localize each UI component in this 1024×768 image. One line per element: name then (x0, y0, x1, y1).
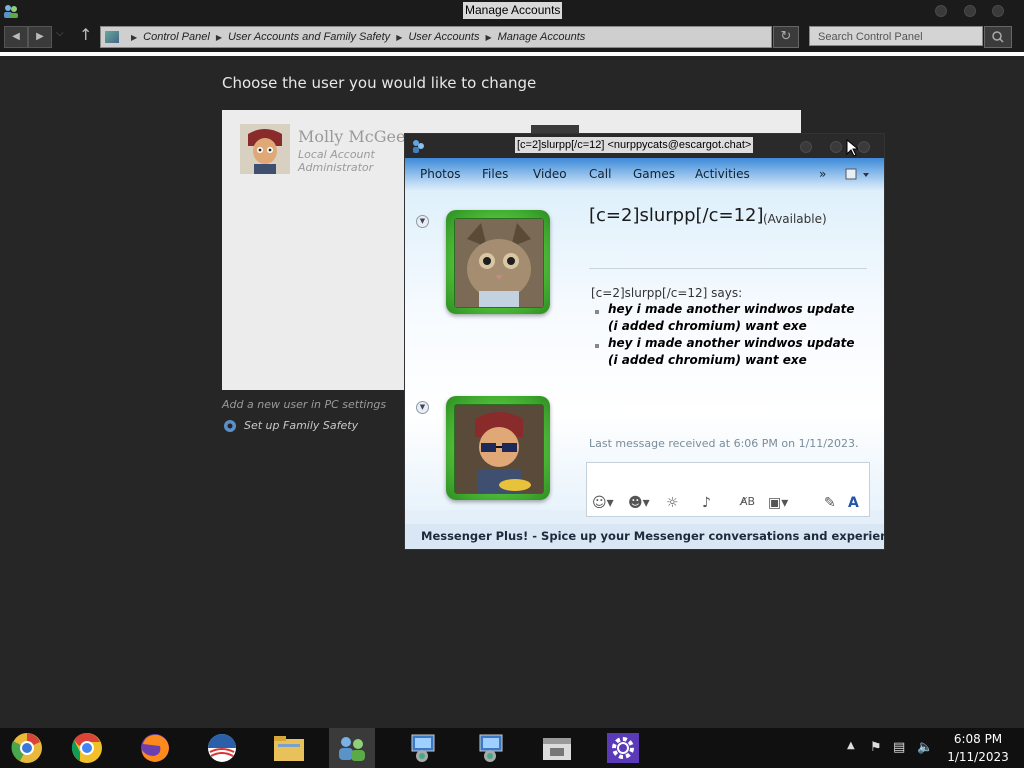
account-role: Administrator (298, 161, 374, 174)
background-icon[interactable]: ▣▾ (768, 495, 788, 511)
user-accounts-taskbar-icon[interactable] (335, 732, 369, 764)
settings-gear-icon[interactable] (606, 732, 640, 764)
chrome-icon[interactable] (70, 732, 104, 764)
cat-picture (454, 218, 544, 308)
chevron-right-icon: ▶ (485, 33, 492, 42)
up-arrow-icon[interactable]: ↑ (79, 25, 92, 44)
molly-avatar-icon (240, 124, 290, 174)
mouse-cursor-icon (846, 139, 858, 157)
crumb-control-panel[interactable]: Control Panel (143, 27, 210, 47)
own-display-picture[interactable] (446, 396, 550, 500)
show-hidden-icons-icon[interactable]: ▲ (847, 740, 855, 751)
emoticon-icon[interactable]: ☺▾ (592, 495, 614, 511)
cat-photo-icon (455, 219, 543, 307)
gear-icon (224, 420, 236, 432)
message-bullet (595, 310, 599, 314)
nudge-icon[interactable]: ☼ (666, 495, 679, 511)
page-title: Choose the user you would like to change (222, 74, 537, 92)
search-input[interactable]: Search Control Panel (809, 26, 983, 46)
tab-photos[interactable]: Photos (420, 167, 460, 181)
firefox-icon[interactable] (138, 732, 172, 764)
address-toolbar: ◀ ▶ ⌵ ↑ ▶ Control Panel ▶ User Accounts and… (0, 22, 1024, 52)
own-picture (454, 404, 544, 494)
messenger-status-bar: Messenger Plus! - Spice up your Messenge… (405, 524, 884, 549)
font-icon[interactable]: A (848, 495, 859, 511)
messenger-minimize-button[interactable] (800, 141, 812, 153)
messenger-window-title: [c=2]slurpp[/c=12] <nurppycats@escargot.… (515, 137, 754, 153)
message-bullet (595, 344, 599, 348)
more-button[interactable]: » (819, 167, 826, 181)
back-button[interactable]: ◀ (4, 26, 28, 48)
messenger-maximize-button[interactable] (830, 141, 842, 153)
chevron-right-icon: ▶ (215, 33, 222, 42)
own-avatar-icon (455, 405, 543, 493)
options-menu-icon[interactable] (845, 168, 871, 182)
crumb-user-accounts[interactable]: User Accounts (408, 27, 479, 47)
window-titlebar: Manage Accounts (0, 0, 1024, 22)
wink-icon[interactable]: ☻▾ (628, 495, 650, 511)
chevron-right-icon: ▶ (396, 33, 403, 42)
messenger-close-button[interactable] (858, 141, 870, 153)
clock-date[interactable]: 1/11/2023 (945, 750, 1011, 764)
control-panel-icon (105, 31, 119, 44)
refresh-button[interactable]: ↻ (773, 26, 799, 48)
messenger-titlebar: [c=2]slurpp[/c=12] <nurppycats@escargot.… (405, 134, 884, 158)
obama-logo-icon[interactable] (205, 732, 239, 764)
user-accounts-icon (4, 5, 18, 18)
tab-call[interactable]: Call (589, 167, 611, 181)
contact-display-picture[interactable] (446, 210, 550, 314)
minimize-button[interactable] (935, 5, 947, 17)
recent-dropdown-icon[interactable]: ⌵ (56, 28, 64, 39)
input-toolbar: ☺▾ ☻▾ ☼ ♪ A̸B ▣▾ ✎ A (586, 491, 868, 515)
search-icon (992, 31, 1004, 43)
network-icon[interactable]: ▤ (893, 740, 905, 755)
forward-button[interactable]: ▶ (28, 26, 52, 48)
account-type: Local Account (298, 148, 375, 161)
tab-video[interactable]: Video (533, 167, 567, 181)
messenger-taskbar-icon-2[interactable] (474, 732, 508, 764)
close-button[interactable] (992, 5, 1004, 17)
chevron-right-icon: ▶ (131, 33, 138, 42)
maximize-button[interactable] (964, 5, 976, 17)
clock-time[interactable]: 6:08 PM (945, 732, 1011, 746)
address-bar[interactable]: ▶ Control Panel ▶ User Accounts and Family … (100, 26, 772, 48)
collapse-self-button[interactable]: ▼ (416, 401, 429, 414)
account-name[interactable]: Molly McGee (298, 127, 405, 146)
contact-status: (Available) (763, 212, 827, 226)
handwriting-icon[interactable]: A̸B (740, 495, 755, 508)
crumb-manage-accounts[interactable]: Manage Accounts (498, 27, 586, 47)
chat-message: hey i made another windwos update (i add… (608, 336, 855, 367)
action-center-flag-icon[interactable]: ⚑ (870, 740, 882, 755)
avatar[interactable] (240, 124, 290, 174)
chromium-icon[interactable] (10, 732, 44, 764)
messenger-plus-banner[interactable]: Messenger Plus! - Spice up your Messenge… (421, 529, 884, 543)
messenger-buddy-icon (413, 140, 424, 153)
messenger-toolbar: Photos Files Video Call Games Activities… (405, 158, 884, 190)
pen-icon[interactable]: ✎ (824, 495, 836, 511)
messenger-chat-window: [c=2]slurpp[/c=12] <nurppycats@escargot.… (404, 133, 885, 550)
tab-games[interactable]: Games (633, 167, 675, 181)
last-received-text: Last message received at 6:06 PM on 1/11… (589, 437, 859, 450)
header-divider (589, 268, 867, 269)
file-explorer-icon[interactable] (272, 732, 306, 764)
messenger-taskbar-icon-1[interactable] (406, 732, 440, 764)
voice-clip-icon[interactable]: ♪ (702, 495, 711, 511)
says-line: [c=2]slurpp[/c=12] says: (591, 286, 743, 300)
store-icon[interactable] (540, 732, 574, 764)
collapse-contact-button[interactable]: ▼ (416, 215, 429, 228)
chat-message: hey i made another windwos update (i add… (608, 302, 855, 333)
tab-files[interactable]: Files (482, 167, 508, 181)
tab-activities[interactable]: Activities (695, 167, 750, 181)
window-title: Manage Accounts (463, 2, 563, 19)
content-top-edge (0, 52, 1024, 56)
contact-name: [c=2]slurpp[/c=12] (589, 205, 764, 226)
search-button[interactable] (984, 26, 1012, 48)
family-safety-link[interactable]: Set up Family Safety (244, 419, 358, 432)
add-user-link[interactable]: Add a new user in PC settings (222, 398, 386, 411)
crumb-user-accounts-family[interactable]: User Accounts and Family Safety (228, 27, 390, 47)
volume-icon[interactable]: 🔈 (917, 740, 933, 755)
